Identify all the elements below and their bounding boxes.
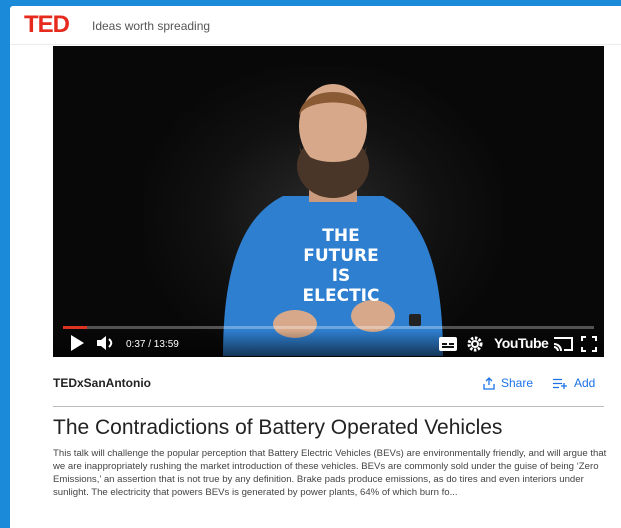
shirt-text-line: IS — [331, 266, 351, 286]
add-button[interactable]: Add — [553, 376, 595, 390]
add-label: Add — [574, 376, 596, 390]
share-button[interactable]: Share — [483, 376, 533, 390]
video-player[interactable]: THE FUTURE IS ELECTIC 0:37 / 13:59 YouTu… — [53, 46, 604, 357]
volume-icon[interactable] — [96, 334, 116, 352]
player-controls: 0:37 / 13:59 YouTube — [53, 330, 604, 357]
progress-fill — [63, 326, 87, 329]
speaker-frame — [223, 84, 443, 356]
shirt-text: THE FUTURE IS ELECTIC — [301, 226, 381, 306]
play-icon[interactable] — [69, 334, 85, 352]
talk-description: This talk will challenge the popular per… — [53, 448, 607, 498]
progress-bar[interactable] — [63, 326, 594, 329]
cast-icon[interactable] — [553, 336, 573, 352]
tagline: Ideas worth spreading — [92, 19, 211, 33]
shirt-text-line: FUTURE — [303, 246, 379, 266]
fullscreen-icon[interactable] — [581, 336, 597, 352]
add-to-list-icon — [553, 378, 567, 389]
settings-icon[interactable] — [467, 336, 483, 352]
youtube-logo[interactable]: YouTube — [494, 335, 549, 351]
ted-embed-card: TED Ideas worth spreading THE FUTURE IS … — [10, 6, 621, 528]
time-display: 0:37 / 13:59 — [126, 339, 179, 350]
subtitles-icon[interactable] — [439, 337, 457, 351]
share-icon — [483, 376, 495, 390]
ted-logo[interactable]: TED — [24, 13, 70, 37]
shirt-text-line: ELECTIC — [302, 286, 380, 306]
event-name[interactable]: TEDxSanAntonio — [53, 376, 151, 390]
header: TED Ideas worth spreading — [10, 6, 621, 45]
shirt-text-line: THE — [322, 226, 360, 246]
event-row: TEDxSanAntonio Share Add — [53, 366, 604, 407]
share-label: Share — [501, 376, 534, 390]
talk-title[interactable]: The Contradictions of Battery Operated V… — [53, 415, 502, 441]
